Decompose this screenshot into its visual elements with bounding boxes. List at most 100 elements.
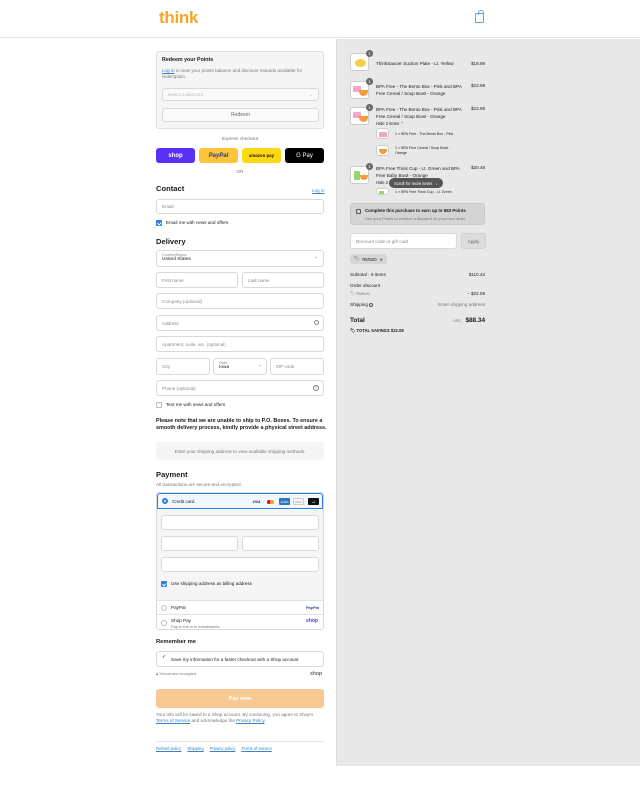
check-icon[interactable]: ✓ (162, 654, 166, 660)
points-banner-subtitle: Use your Points to redeem a discount on … (365, 216, 466, 221)
subtotal-label: Subtotal · 5 items (350, 272, 386, 277)
item-price: $20.48 (471, 165, 486, 170)
redeem-login-link[interactable]: Log in (162, 68, 175, 73)
item-price: $19.99 (471, 61, 486, 66)
first-name-field[interactable]: First name (156, 272, 238, 288)
discount-value: − $22.08 (466, 291, 485, 296)
amex-icon: AMEX (279, 498, 290, 505)
express-checkout-label: Express checkout (221, 136, 259, 141)
expiration-field[interactable] (161, 536, 238, 551)
help-icon[interactable]: ? (313, 385, 319, 391)
text-news-checkbox[interactable] (156, 402, 162, 408)
po-box-notice: Please note that we are unable to ship t… (156, 418, 327, 431)
item-name: BPA Free - The Bento Box - Pink and BPA … (376, 107, 462, 119)
email-news-checkbox[interactable] (156, 220, 162, 226)
hide-items-toggle[interactable]: Hide 2 items ⌃ (376, 121, 404, 126)
paypal-label: PayPal (171, 605, 186, 610)
redeem-description: Log in to view your points balance and d… (162, 68, 303, 79)
paypal-option[interactable]: PayPal PayPal (157, 600, 323, 614)
discount-select[interactable]: Select a discount ⌄ (162, 88, 319, 101)
shipping-value: Enter shipping address (438, 302, 485, 307)
phone-field[interactable]: Phone (optional) ? (156, 380, 324, 396)
help-icon[interactable] (369, 302, 374, 307)
apartment-field[interactable]: Apartment, suite, etc. (optional) (156, 336, 324, 352)
quantity-badge: 1 (366, 50, 373, 57)
payment-title: Payment (156, 470, 188, 479)
paypal-radio[interactable] (161, 605, 167, 611)
or-divider: OR (236, 169, 244, 174)
credit-card-radio[interactable] (162, 498, 168, 504)
contact-login-link[interactable]: Log in (312, 188, 325, 193)
item-name: ThinkSaucer Suction Plate - Lt. Yellow (376, 61, 454, 66)
shop-pay-radio[interactable] (161, 620, 167, 626)
footer-refund-link[interactable]: Refund policy (156, 746, 181, 751)
footer-terms-link[interactable]: Terms of service (241, 746, 271, 751)
redeem-button[interactable]: Redeem (162, 108, 319, 122)
item-price: $23.98 (471, 83, 486, 88)
shop-pay-label: Shop Pay (171, 618, 191, 623)
chevron-down-icon: ⌄ (309, 91, 313, 97)
country-select[interactable]: Country/Region United States ⌄ (156, 250, 324, 267)
amazon-pay-button[interactable]: amazon pay (242, 148, 281, 163)
shop-pay-button[interactable]: shop (156, 148, 195, 163)
payment-subtitle: All transactions are secure and encrypte… (156, 482, 242, 487)
lock-icon: 🔒︎ (156, 672, 159, 676)
points-banner: Complete this purchase to earn up to 883… (350, 203, 485, 225)
item-price: $23.98 (471, 106, 486, 111)
address-field[interactable]: Address (156, 315, 324, 331)
sub-item-name: 1 × BPA Free Think Cup - Lt. Green (395, 190, 452, 194)
state-select[interactable]: State Iowa ⌄ (213, 358, 267, 375)
footer-privacy-link[interactable]: Privacy policy (210, 746, 236, 751)
total-savings: 🏷︎ TOTAL SAVINGS $22.08 (350, 328, 404, 333)
discount-code-field[interactable]: Discount code or gift card (350, 233, 457, 249)
company-field[interactable]: Company (optional) (156, 293, 324, 309)
city-field[interactable]: City (156, 358, 210, 375)
secure-encrypted-label: 🔒︎ Secure and encrypted (156, 672, 197, 676)
sub-item-name: 1 × BPA Free - The Bento Box - Pink (395, 132, 454, 136)
footer-shipping-link[interactable]: Shipping (187, 746, 203, 751)
apply-discount-button[interactable]: Apply (461, 233, 486, 249)
email-news-label: Email me with news and offers (166, 220, 229, 225)
remember-box: ✓ Save my information for a faster check… (156, 651, 324, 667)
arrow-down-icon: ↓ (435, 180, 438, 186)
chevron-down-icon: ⌄ (258, 362, 262, 367)
billing-address-checkbox[interactable] (161, 581, 167, 587)
total-value: $88.34 (465, 317, 485, 324)
shop-legal-text: Your info will be saved to a Shop accoun… (156, 712, 314, 723)
zip-field[interactable]: ZIP code (270, 358, 324, 375)
paypal-button[interactable]: PayPal (199, 148, 238, 163)
card-number-field[interactable] (161, 515, 319, 530)
shop-pay-sublabel: Pay in full or in installments (171, 624, 220, 629)
tag-icon: 🏷︎ (350, 328, 356, 333)
paypal-logo: PayPal (305, 605, 319, 610)
shop-pay-option[interactable]: Shop Pay Pay in full or in installments … (157, 614, 323, 629)
points-banner-title: Complete this purchase to earn up to 883… (365, 208, 466, 213)
discover-icon: DISC (293, 498, 304, 505)
last-name-field[interactable]: Last name (242, 272, 324, 288)
item-name: BPA Free - The Bento Box - Pink and BPA … (376, 84, 462, 96)
quantity-badge: 1 (366, 104, 373, 111)
name-on-card-field[interactable] (161, 557, 319, 572)
cart-icon[interactable] (475, 10, 484, 23)
terms-of-service-link[interactable]: Terms of Service (156, 718, 190, 723)
credit-card-option[interactable]: Credit card VISA AMEX DISC +4 (157, 493, 323, 509)
chevron-up-icon: ⌃ (400, 121, 404, 126)
footer-links: Refund policy Shipping Privacy policy Te… (156, 746, 272, 751)
google-pay-button[interactable]: G Pay (285, 148, 324, 163)
scroll-tooltip[interactable]: Scroll for more items ↓ (389, 178, 443, 188)
sub-item-thumbnail (376, 188, 389, 195)
more-cards-icon: +4 (308, 498, 319, 505)
store-logo[interactable]: think (159, 8, 198, 28)
email-field[interactable]: Email (156, 199, 324, 214)
header: think (0, 0, 640, 38)
pay-now-button[interactable]: Pay now (156, 689, 324, 708)
credit-card-label: Credit card (172, 499, 195, 504)
remove-discount-icon[interactable]: ✕ (380, 257, 384, 262)
order-discount-label: Order discount (350, 283, 381, 288)
shop-pay-logo: shop (306, 618, 318, 624)
security-code-field[interactable] (242, 536, 319, 551)
quantity-badge: 1 (366, 163, 373, 170)
hide-items-toggle[interactable]: Hide 2 (376, 180, 388, 185)
payment-methods: Credit card VISA AMEX DISC +4 Use shippi… (156, 492, 324, 630)
privacy-policy-link[interactable]: Privacy Policy (236, 718, 264, 723)
